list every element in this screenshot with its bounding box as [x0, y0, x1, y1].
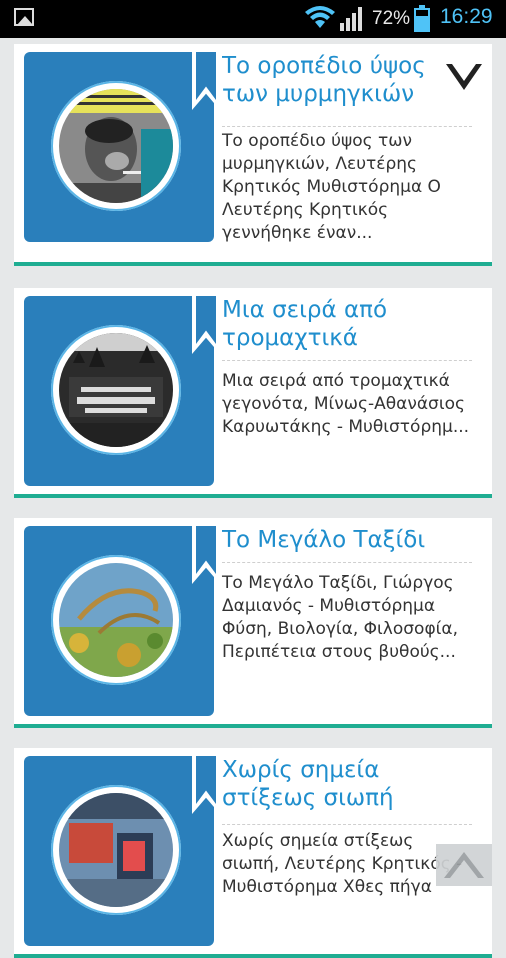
dotted-divider [222, 824, 472, 825]
bookmark-ribbon-icon [192, 526, 220, 584]
bookmark-ribbon-icon [192, 296, 220, 354]
scroll-to-top-button[interactable] [436, 844, 492, 886]
book-cover[interactable] [24, 756, 220, 946]
cover-frame [51, 325, 181, 455]
book-description: Μια σειρά από τρομαχτικά γεγονότα, Μίνως… [222, 371, 470, 437]
book-title[interactable]: Χωρίς σημεία στίξεως σιωπή [222, 756, 472, 812]
bookmark-ribbon-icon [192, 756, 220, 814]
book-title[interactable]: Το Μεγάλο Ταξίδι [222, 526, 472, 556]
book-card[interactable]: Το οροπέδιο ύψος των μυρμηγκιών Το οροπέ… [14, 44, 492, 266]
book-card[interactable]: Το Μεγάλο Ταξίδι Το Μεγάλο Ταξίδι, Γιώργ… [14, 518, 492, 728]
cover-frame [51, 555, 181, 685]
cover-image [59, 563, 173, 677]
dotted-divider [222, 126, 472, 127]
dotted-divider [222, 360, 472, 361]
cover-image [59, 793, 173, 907]
cover-frame [51, 785, 181, 915]
chevron-up-icon [444, 852, 484, 878]
battery-percent: 72% [372, 8, 411, 29]
status-bar: 72% 16:29 [0, 0, 506, 38]
book-title[interactable]: Το οροπέδιο ύψος των μυρμηγκιών [222, 52, 472, 108]
cover-image [59, 89, 173, 203]
book-card[interactable]: Χωρίς σημεία στίξεως σιωπή Χωρίς σημεία … [14, 748, 492, 958]
book-description: Το οροπέδιο ύψος των μυρμηγκιών, Λευτέρη… [222, 131, 441, 243]
book-cover[interactable] [24, 296, 220, 486]
wifi-icon [305, 6, 335, 28]
book-description: Το Μεγάλο Ταξίδι, Γιώργος Δαμιανός - Μυθ… [222, 573, 459, 662]
book-cover[interactable] [24, 52, 220, 242]
gallery-icon [14, 8, 34, 26]
book-cover[interactable] [24, 526, 220, 716]
dotted-divider [222, 562, 472, 563]
cover-image [59, 333, 173, 447]
signal-icon [340, 7, 362, 31]
chevron-down-icon[interactable] [444, 60, 484, 94]
cover-frame [51, 81, 181, 211]
battery-icon [414, 5, 430, 32]
clock: 16:29 [440, 5, 493, 28]
book-card[interactable]: Μια σειρά από τρομαχτικά γεγονότα Μια σε… [14, 288, 492, 498]
book-title[interactable]: Μια σειρά από τρομαχτικά γεγονότα [222, 296, 472, 352]
bookmark-ribbon-icon [192, 52, 220, 110]
